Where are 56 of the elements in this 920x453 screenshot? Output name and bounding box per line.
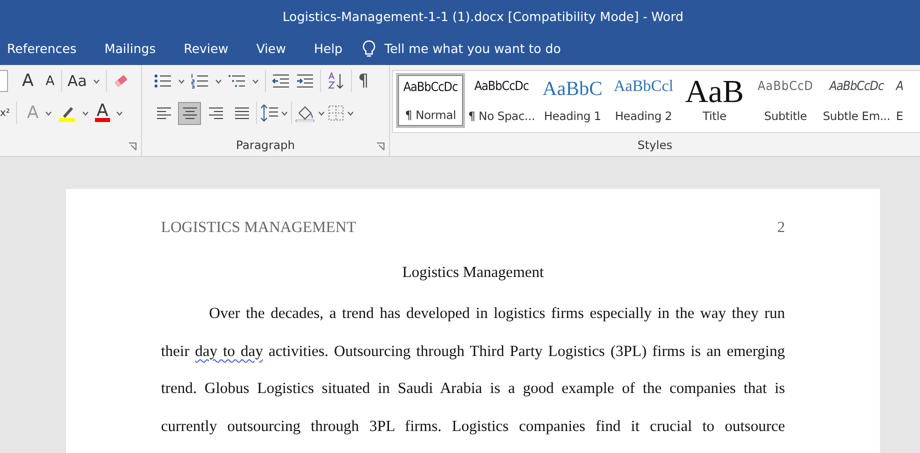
group-label: Paragraph xyxy=(236,137,295,154)
caret-icon[interactable] xyxy=(215,78,222,84)
show-formatting-button[interactable]: ¶ xyxy=(358,72,369,90)
group-label: Styles xyxy=(638,137,672,154)
style-option[interactable]: AaBbCcl Heading 2 xyxy=(609,73,678,128)
style-option[interactable]: AaBbCcDc Subtle Em... xyxy=(822,73,891,128)
dialog-launcher-icon[interactable] xyxy=(376,142,385,151)
shading-icon[interactable] xyxy=(295,104,315,122)
caret-icon[interactable] xyxy=(116,110,124,116)
lightbulb-icon[interactable] xyxy=(362,40,376,58)
style-option[interactable]: AaB Title xyxy=(680,73,749,128)
ribbon-tab[interactable]: Mailings xyxy=(90,32,170,65)
highlighter-icon[interactable] xyxy=(58,104,76,122)
ribbon-tab[interactable]: References xyxy=(0,32,90,65)
window-title: Logistics-Management-1-1 (1).docx [Compatibility Mode] - Word xyxy=(282,8,684,24)
line-spacing-icon[interactable] xyxy=(260,104,278,122)
increase-indent-icon[interactable] xyxy=(296,74,314,88)
caret-icon[interactable] xyxy=(82,110,89,116)
style-option[interactable]: AaBbCcD Subtitle xyxy=(751,73,820,128)
caret-icon[interactable] xyxy=(347,110,354,116)
body-paragraph: Over the decades, a trend has developed in logistics firms especially in the way they run their day to day activities. Outsourcing through Third Party Logistics (3PL) firms is an emerging trend. Globus Logistics situated in Saudi Arabia is a good example of the companies that is currently outsourcing through 3PL firms. Logistics companies find it crucial to outsource xyxy=(161,304,785,436)
page-number: 2 xyxy=(777,219,785,237)
caret-icon[interactable] xyxy=(281,110,288,116)
font-size-field[interactable] xyxy=(0,70,8,92)
align-justify-icon xyxy=(234,106,250,120)
caret-icon[interactable] xyxy=(252,78,259,84)
font-color-button[interactable]: A xyxy=(94,104,110,122)
page-header: LOGISTICS MANAGEMENT xyxy=(161,219,356,237)
tell-me-field[interactable]: Tell me what you want to do xyxy=(384,41,561,56)
align-right-icon xyxy=(208,106,224,120)
ribbon-tab[interactable]: View xyxy=(242,32,300,65)
bullets-icon[interactable] xyxy=(154,73,172,89)
numbering-icon[interactable] xyxy=(191,73,209,89)
style-option[interactable]: A E xyxy=(893,73,920,128)
grow-font-button[interactable]: A xyxy=(22,72,34,90)
ribbon-tab[interactable]: Review xyxy=(170,32,242,65)
superscript-button[interactable]: x² xyxy=(0,108,10,118)
style-option[interactable]: AaBbCcDc ¶ Normal xyxy=(396,73,465,128)
ribbon-tab[interactable]: Help xyxy=(300,32,356,65)
style-option[interactable]: AaBbC Heading 1 xyxy=(538,73,607,128)
caret-icon[interactable] xyxy=(318,110,325,116)
align-center-button[interactable] xyxy=(178,102,201,124)
sort-icon[interactable] xyxy=(327,72,345,90)
dialog-launcher-icon[interactable] xyxy=(128,142,137,151)
document-title: Logistics Management xyxy=(401,264,545,282)
borders-icon[interactable] xyxy=(328,105,344,121)
align-center-icon xyxy=(182,106,198,120)
align-left-icon xyxy=(156,106,172,120)
multilevel-list-icon[interactable] xyxy=(228,73,246,89)
shrink-font-button[interactable]: A xyxy=(46,74,55,88)
caret-icon[interactable] xyxy=(44,110,52,116)
decrease-indent-icon[interactable] xyxy=(272,74,290,88)
style-option[interactable]: AaBbCcDc ¶ No Spac... xyxy=(467,73,536,128)
change-case-button[interactable]: Aa xyxy=(68,74,87,88)
caret-icon[interactable] xyxy=(178,78,185,84)
caret-icon[interactable] xyxy=(93,78,100,84)
